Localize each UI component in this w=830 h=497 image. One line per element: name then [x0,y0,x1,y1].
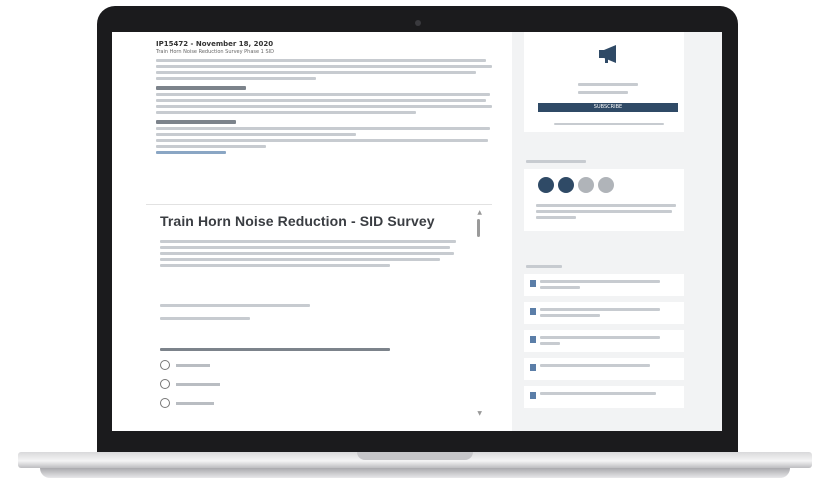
subscribe-button[interactable]: SUBSCRIBE [538,103,678,112]
document-link[interactable] [524,274,684,296]
badges-card [524,169,684,231]
scrollbar-thumb[interactable] [477,219,480,237]
doc-icon [530,392,536,399]
page-subtitle: Train Horn Noise Reduction Survey Phase … [156,49,274,55]
text-line [156,133,356,136]
sidebar-heading [526,265,684,268]
sidebar: SUBSCRIBE [516,32,692,431]
survey-note [160,301,460,323]
laptop-base [0,448,830,486]
radio-icon[interactable] [160,379,170,389]
badge-icon[interactable] [578,177,594,193]
sidebar-heading [526,160,684,163]
badges-text [536,201,676,222]
document-link[interactable] [524,386,684,408]
text-line [156,111,416,114]
text-line [156,77,316,80]
document-link[interactable] [524,358,684,380]
scroll-down-icon[interactable]: ▼ [477,410,482,417]
text-line [156,59,486,62]
badge-icon[interactable] [558,177,574,193]
camera-icon [415,20,421,26]
survey-link[interactable] [156,151,226,154]
text-line [156,71,476,74]
text-line [156,99,486,102]
laptop-foot [40,468,790,478]
doc-icon [530,364,536,371]
document-link[interactable] [524,330,684,352]
radio-option[interactable] [160,398,460,408]
badge-icon[interactable] [538,177,554,193]
text-line [156,127,490,130]
survey-embed[interactable]: Train Horn Noise Reduction - SID Survey … [146,204,492,431]
survey-title: Train Horn Noise Reduction - SID Survey [160,213,435,229]
radio-option[interactable] [160,360,460,370]
document-link[interactable] [524,302,684,324]
page-title: IP15472 - November 18, 2020 [156,40,274,48]
section-heading [156,120,236,124]
survey-intro [160,237,460,270]
radio-option[interactable] [160,379,460,389]
text-line [156,105,492,108]
question-text [160,348,390,351]
subscribe-card: SUBSCRIBE [524,32,684,132]
main-content: IP15472 - November 18, 2020 Train Horn N… [112,32,512,431]
text-line [156,65,492,68]
browser-screen: IP15472 - November 18, 2020 Train Horn N… [112,32,722,431]
megaphone-icon [599,45,616,63]
radio-icon[interactable] [160,360,170,370]
survey-question [160,345,460,408]
text-line [156,93,490,96]
promo-footnote [554,120,664,128]
scroll-up-icon[interactable]: ▲ [477,209,482,216]
text-line [156,139,488,142]
text-line [156,145,266,148]
laptop-notch [357,452,473,460]
doc-icon [530,336,536,343]
radio-icon[interactable] [160,398,170,408]
doc-icon [530,280,536,287]
doc-icon [530,308,536,315]
section-heading [156,86,246,90]
promo-text [578,80,638,97]
badge-icon[interactable] [598,177,614,193]
